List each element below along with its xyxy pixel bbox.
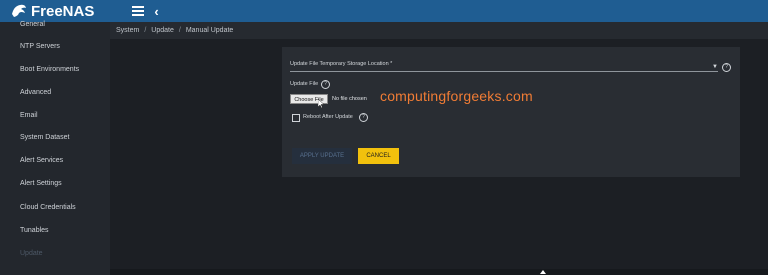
sidebar-item-alert-services[interactable]: Alert Services: [20, 157, 63, 164]
cancel-button[interactable]: CANCEL: [358, 148, 399, 164]
sidebar-item-general[interactable]: General: [20, 21, 45, 28]
dropdown-arrow-icon[interactable]: ▼: [712, 64, 718, 70]
chevron-left-icon[interactable]: ‹: [154, 4, 158, 19]
caret-up-icon: [540, 270, 546, 274]
breadcrumb-separator: /: [144, 27, 147, 34]
bottom-bar: [110, 269, 768, 275]
manual-update-card: Update File Temporary Storage Location *…: [282, 47, 740, 177]
watermark-text: computingforgeeks.com: [380, 88, 533, 104]
sidebar-item-tunables[interactable]: Tunables: [20, 227, 49, 234]
breadcrumb-separator: /: [178, 27, 181, 34]
apply-update-button[interactable]: APPLY UPDATE: [292, 148, 352, 164]
breadcrumb: System / Update / Manual Update: [110, 22, 768, 39]
breadcrumb-system[interactable]: System: [116, 27, 139, 34]
help-icon[interactable]: ?: [321, 80, 330, 89]
hamburger-icon[interactable]: [132, 6, 145, 16]
sidebar: General NTP Servers Boot Environments Ad…: [0, 21, 110, 275]
help-icon[interactable]: ?: [722, 63, 731, 72]
sidebar-item-email[interactable]: Email: [20, 112, 38, 119]
help-icon[interactable]: ?: [359, 113, 368, 122]
storage-location-select[interactable]: [290, 71, 718, 72]
freenas-logo-icon: [12, 4, 26, 17]
no-file-chosen-text: No file chosen: [332, 96, 367, 102]
sidebar-item-boot-environments[interactable]: Boot Environments: [20, 66, 79, 73]
sidebar-item-cloud-credentials[interactable]: Cloud Credentials: [20, 204, 76, 211]
sidebar-item-system-dataset[interactable]: System Dataset: [20, 134, 69, 141]
reboot-after-update-checkbox[interactable]: [292, 114, 300, 122]
logo-text: FreeNAS: [31, 2, 95, 20]
mouse-cursor-icon: [318, 99, 324, 108]
sidebar-item-alert-settings[interactable]: Alert Settings: [20, 180, 62, 187]
breadcrumb-manual-update: Manual Update: [185, 27, 234, 34]
storage-location-label: Update File Temporary Storage Location *: [290, 61, 393, 67]
freenas-logo[interactable]: FreeNAS: [10, 2, 94, 20]
breadcrumb-update[interactable]: Update: [151, 27, 174, 34]
sidebar-item-ntp-servers[interactable]: NTP Servers: [20, 43, 60, 50]
sidebar-item-advanced[interactable]: Advanced: [20, 89, 51, 96]
top-bar: FreeNAS ‹: [0, 0, 768, 22]
sidebar-item-update[interactable]: Update: [20, 250, 43, 257]
update-file-label: Update File: [290, 81, 319, 87]
reboot-after-update-label[interactable]: Reboot After Update: [303, 114, 353, 120]
